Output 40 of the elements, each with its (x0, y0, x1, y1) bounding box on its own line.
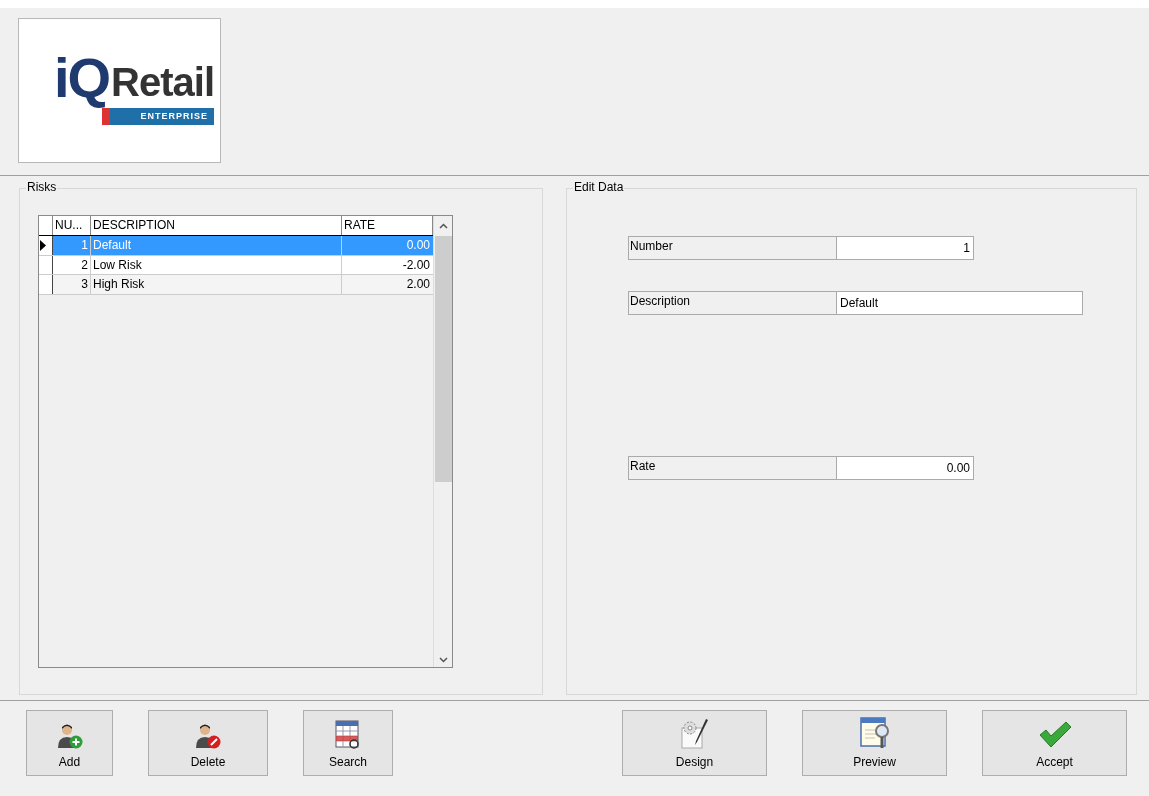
chevron-up-icon (438, 223, 448, 229)
table-cell: High Risk (91, 275, 342, 294)
table-cell-text: 2.00 (405, 276, 431, 293)
input-field[interactable]: 0.00 (837, 456, 974, 480)
design-button[interactable]: Design (622, 710, 767, 776)
table-cell: Low Risk (91, 255, 342, 274)
user-add-icon (55, 722, 84, 750)
group-title: Edit Data (573, 181, 625, 193)
table-cell-text: -2.00 (401, 256, 431, 274)
table-row[interactable]: 3 High Risk 2.00 (39, 275, 433, 295)
column-header[interactable]: NU... (53, 216, 91, 235)
scrollbar-thumb[interactable] (434, 236, 452, 482)
preview-button[interactable]: Preview (802, 710, 947, 776)
logo-letter: i (53, 49, 68, 106)
user-delete-icon (194, 722, 222, 750)
table-row[interactable]: 2 Low Risk -2.00 (39, 255, 433, 275)
document-magnifier-icon (857, 716, 892, 750)
table-cell: 3 (53, 275, 91, 294)
field-label: Description (628, 291, 837, 315)
group-title: Risks (26, 181, 58, 193)
input-field[interactable]: 1 (837, 236, 974, 260)
field-label: Number (628, 236, 837, 260)
table-cell: Default (91, 236, 342, 255)
add-button[interactable]: Add (26, 710, 113, 776)
field-label: Rate (628, 456, 837, 480)
logo-letter: Q (67, 49, 112, 106)
table-cell: 2 (53, 255, 91, 274)
input-field[interactable]: Default (837, 291, 1083, 315)
table-search-icon (334, 720, 362, 750)
accept-button[interactable]: Accept (982, 710, 1127, 776)
delete-button[interactable]: Delete (148, 710, 268, 776)
table-cell-text: 0.00 (405, 237, 431, 254)
search-button[interactable]: Search (303, 710, 393, 776)
table-cell: 1 (53, 236, 91, 255)
chevron-down-icon (438, 657, 448, 663)
scrollbar[interactable] (433, 216, 452, 667)
column-header[interactable]: DESCRIPTION (91, 216, 342, 235)
current-row-icon (39, 239, 47, 251)
logo-tagline: ENTERPRISE (102, 107, 214, 126)
logo-wordmark: Retail (111, 61, 214, 102)
